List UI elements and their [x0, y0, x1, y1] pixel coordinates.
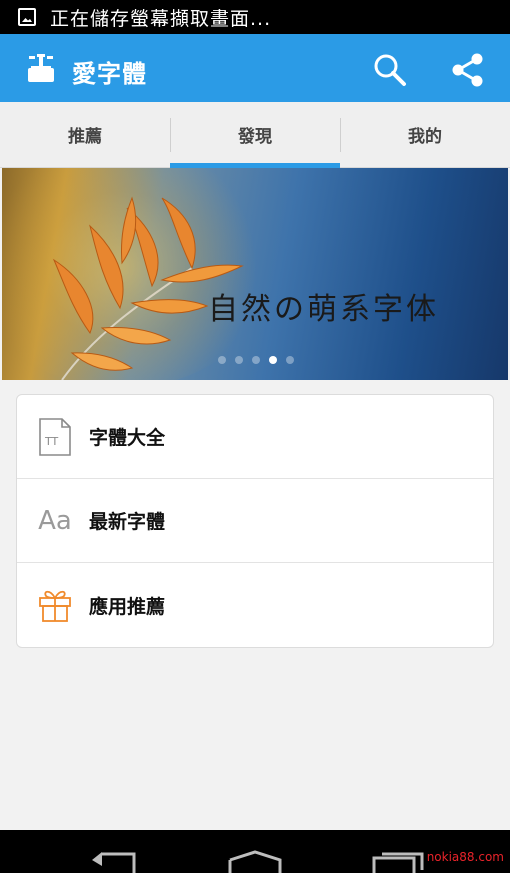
app-title: 愛字體	[72, 60, 147, 88]
carousel-indicator	[218, 356, 294, 364]
menu-item-latest-fonts[interactable]: Aa 最新字體	[17, 479, 493, 563]
svg-text:TT: TT	[44, 435, 59, 448]
back-icon[interactable]	[88, 848, 140, 873]
tab-discover[interactable]: 發現	[170, 102, 340, 168]
home-icon[interactable]	[228, 850, 282, 873]
screenshot-icon	[18, 8, 36, 26]
gift-icon	[35, 585, 75, 625]
banner-caption: 自然の萌系字体	[208, 292, 439, 327]
status-text: 正在儲存螢幕擷取畫面...	[50, 7, 272, 30]
banner-carousel[interactable]: 自然の萌系字体	[2, 168, 508, 380]
menu-item-all-fonts[interactable]: TT 字體大全	[17, 395, 493, 479]
tab-mine[interactable]: 我的	[340, 102, 510, 167]
font-aa-icon: Aa	[38, 505, 72, 536]
tab-bar: 推薦 發現 我的	[0, 102, 510, 168]
menu-label: 最新字體	[89, 511, 166, 533]
menu-item-app-recommend[interactable]: 應用推薦	[17, 563, 493, 647]
recent-apps-icon[interactable]	[372, 852, 424, 873]
font-file-icon: TT	[35, 417, 75, 457]
status-bar: 正在儲存螢幕擷取畫面...	[0, 0, 510, 34]
app-logo-icon	[28, 54, 54, 82]
carousel-dot	[235, 356, 243, 364]
carousel-dot	[286, 356, 294, 364]
autumn-leaves-image	[52, 196, 244, 380]
search-icon[interactable]	[370, 50, 410, 90]
carousel-dot	[252, 356, 260, 364]
system-nav-bar: nokia88.com	[0, 830, 510, 873]
menu-label: 字體大全	[89, 427, 166, 449]
watermark: nokia88.com	[426, 850, 504, 864]
menu-card: TT 字體大全 Aa 最新字體 應用推薦	[16, 394, 494, 648]
share-icon[interactable]	[448, 50, 488, 90]
tab-recommended[interactable]: 推薦	[0, 102, 170, 167]
carousel-dot	[218, 356, 226, 364]
carousel-dot-active	[269, 356, 277, 364]
menu-label: 應用推薦	[89, 595, 166, 618]
app-bar: 愛字體	[0, 34, 510, 102]
